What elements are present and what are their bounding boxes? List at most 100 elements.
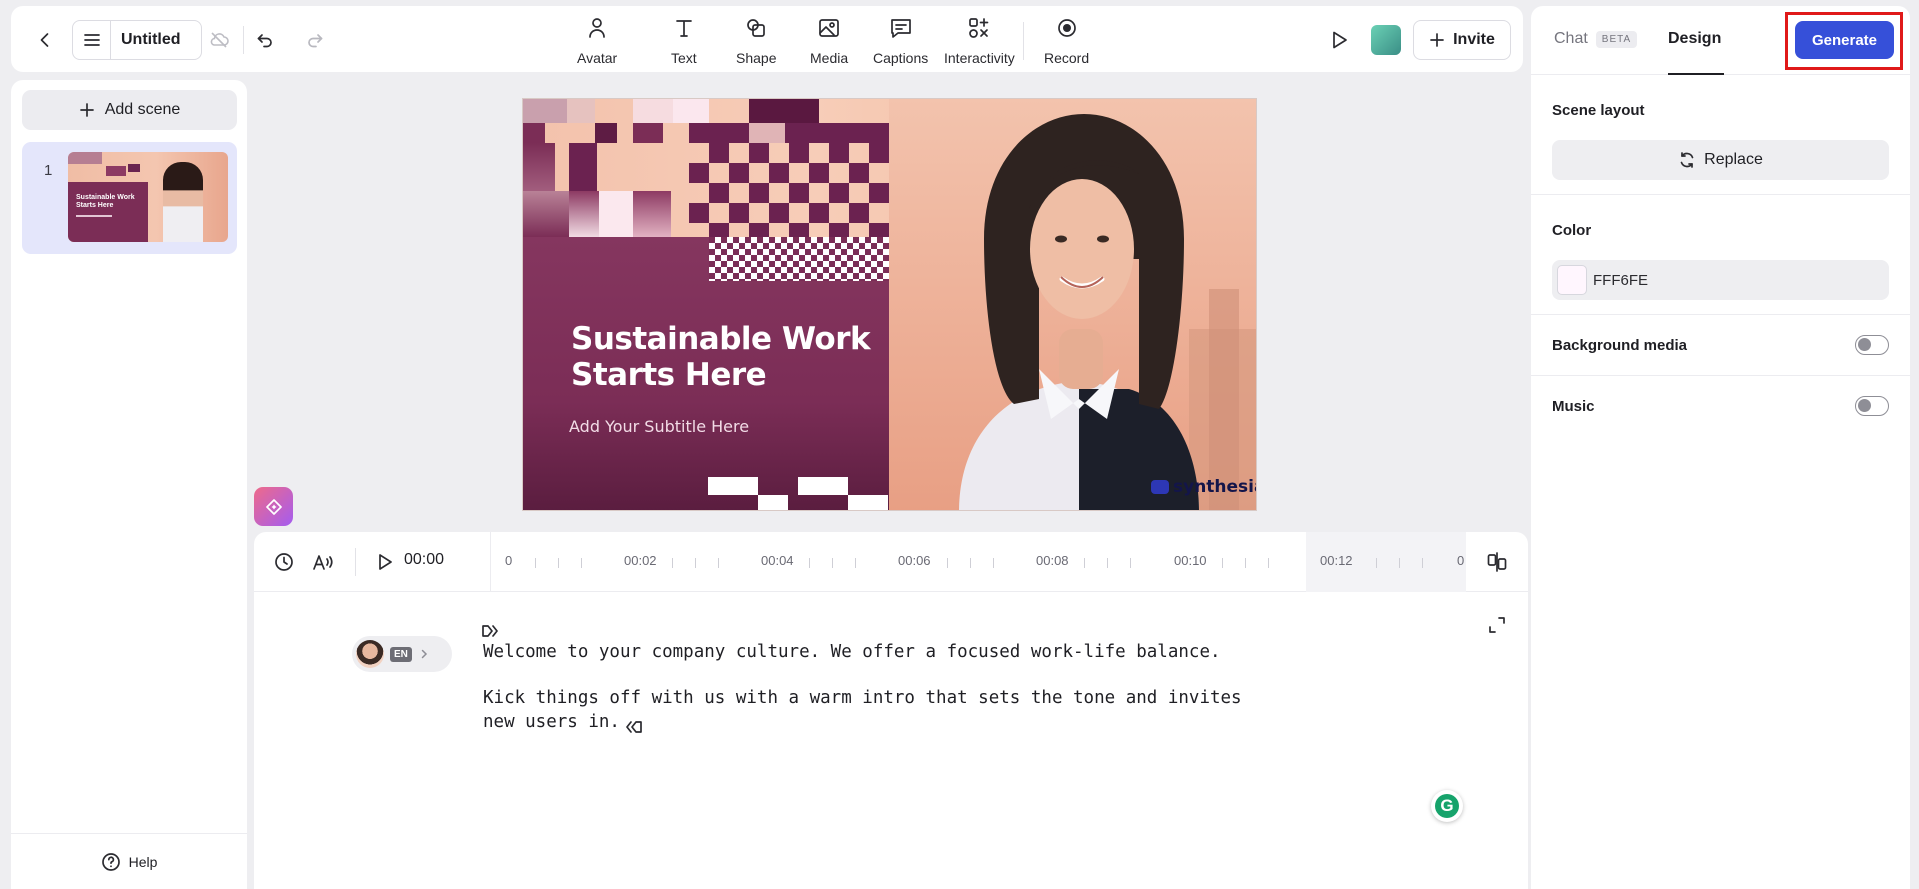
pattern-block: [569, 143, 597, 191]
generate-button[interactable]: Generate: [1795, 21, 1894, 59]
record-icon: [1057, 19, 1076, 37]
language-badge: EN: [390, 646, 412, 662]
plus-icon: [1430, 33, 1444, 47]
scene-card[interactable]: 1 Sustainable Work Starts Here: [22, 142, 237, 254]
document-title[interactable]: Untitled: [111, 31, 181, 49]
music-section: Music: [1531, 376, 1910, 437]
scenes-sidebar: Add scene 1 Sustainable Work Starts Here…: [11, 80, 247, 889]
tick-mark: [1107, 558, 1108, 568]
tool-captions[interactable]: Captions: [873, 16, 928, 66]
pattern-block: [599, 191, 633, 237]
pattern-block: [523, 123, 545, 143]
diction-marker-end[interactable]: [624, 718, 644, 736]
tick-mark: [535, 558, 536, 568]
panel-tabs: Chat BETA Design Generate: [1531, 6, 1910, 75]
script-editor: 00:00 0 00:02 00:04 00:06 00:08 00:10 00…: [254, 532, 1528, 889]
tick-mark: [1222, 558, 1223, 568]
grammarly-icon: G: [1435, 794, 1459, 818]
pattern-block: [673, 99, 709, 123]
play-button[interactable]: [373, 550, 397, 574]
avatar-presenter[interactable]: [889, 99, 1257, 511]
help-button[interactable]: Help: [11, 833, 247, 889]
interactivity-icon: [969, 18, 989, 38]
tick-label: 00:06: [898, 553, 931, 568]
pattern-block: [848, 495, 888, 510]
script-text-area[interactable]: Welcome to your company culture. We offe…: [483, 640, 1323, 756]
color-swatch[interactable]: [1557, 265, 1587, 295]
tick-mark: [581, 558, 582, 568]
timeline-bar: 00:00 0 00:02 00:04 00:06 00:08 00:10 00…: [254, 532, 1528, 592]
timeline-ruler[interactable]: 0 00:02 00:04 00:06 00:08 00:10: [490, 532, 1310, 592]
undo-button[interactable]: [252, 27, 278, 53]
shape-icon: [747, 19, 766, 37]
redo-button[interactable]: [302, 27, 328, 53]
text-icon: [675, 20, 692, 37]
pattern-block: [633, 123, 663, 143]
tool-avatar[interactable]: Avatar: [577, 16, 617, 66]
pattern-block: [523, 99, 567, 123]
avatar: [356, 640, 384, 668]
tick-label: 00:04: [761, 553, 794, 568]
pattern-block: [785, 123, 889, 143]
checker-pattern: [709, 237, 889, 281]
tab-chat[interactable]: Chat BETA: [1554, 30, 1638, 48]
play-icon: [379, 554, 392, 570]
brand-logo: synthesia: [1151, 477, 1256, 497]
script-paragraph[interactable]: Welcome to your company culture. We offe…: [483, 640, 1323, 664]
layout-split-icon: [1487, 552, 1507, 572]
replace-layout-button[interactable]: Replace: [1552, 140, 1889, 180]
voice-settings-button[interactable]: [311, 550, 335, 574]
document-title-box: Untitled: [72, 20, 202, 60]
grammarly-button[interactable]: G: [1431, 790, 1463, 822]
menu-button[interactable]: [73, 21, 111, 59]
timeline-toggle-button[interactable]: [1484, 549, 1510, 575]
add-scene-button[interactable]: Add scene: [22, 90, 237, 130]
avatar[interactable]: [1371, 25, 1401, 55]
preview-play-button[interactable]: [1325, 26, 1353, 54]
tool-shape[interactable]: Shape: [736, 16, 776, 66]
tab-design[interactable]: Design: [1668, 30, 1721, 48]
expand-icon: [1489, 617, 1505, 633]
tool-record[interactable]: Record: [1044, 16, 1089, 66]
ai-assistant-button[interactable]: [254, 487, 293, 526]
script-paragraph[interactable]: Kick things off with us with a warm intr…: [483, 686, 1283, 734]
background-media-toggle[interactable]: [1855, 335, 1889, 355]
tool-text[interactable]: Text: [671, 16, 697, 66]
tick-mark: [1245, 558, 1246, 568]
tick-mark: [993, 558, 994, 568]
pattern-block: [749, 99, 819, 123]
chevron-left-icon: [40, 33, 49, 47]
background-media-section: Background media: [1531, 315, 1910, 376]
expand-editor-button[interactable]: [1485, 613, 1509, 637]
help-icon: [101, 852, 120, 871]
invite-button[interactable]: Invite: [1413, 20, 1511, 60]
hamburger-icon: [83, 34, 100, 46]
pattern-block: [595, 123, 617, 143]
pattern-block: [708, 477, 758, 495]
tool-interactivity[interactable]: Interactivity: [944, 16, 1015, 66]
scene-canvas[interactable]: Sustainable Work Starts Here Add Your Su…: [522, 98, 1257, 511]
color-hex-value[interactable]: FFF6FE: [1593, 272, 1648, 289]
cloud-sync-status: [207, 28, 231, 52]
music-toggle[interactable]: [1855, 396, 1889, 416]
color-section: Color FFF6FE: [1531, 195, 1910, 315]
tick-label: 00:10: [1174, 553, 1207, 568]
music-title: Music: [1552, 398, 1595, 415]
timing-button[interactable]: [272, 550, 296, 574]
current-time: 00:00: [404, 551, 445, 568]
slide-title[interactable]: Sustainable Work Starts Here: [571, 321, 871, 393]
tool-media[interactable]: Media: [810, 16, 848, 66]
slide-subtitle[interactable]: Add Your Subtitle Here: [569, 417, 749, 436]
properties-panel: Chat BETA Design Generate Scene layout R…: [1531, 6, 1910, 889]
tick-mark: [855, 558, 856, 568]
scene-thumbnail[interactable]: Sustainable Work Starts Here: [68, 152, 228, 242]
beta-badge: BETA: [1595, 30, 1638, 48]
color-field[interactable]: FFF6FE: [1552, 260, 1889, 300]
back-button[interactable]: [33, 28, 57, 52]
diction-marker-start[interactable]: [480, 622, 500, 640]
sparkle-icon: [265, 498, 282, 515]
toolbar-divider: [355, 548, 356, 576]
pause-marker-end-icon: [626, 721, 642, 733]
voice-selector[interactable]: EN: [352, 636, 452, 672]
background-media-title: Background media: [1552, 337, 1688, 354]
